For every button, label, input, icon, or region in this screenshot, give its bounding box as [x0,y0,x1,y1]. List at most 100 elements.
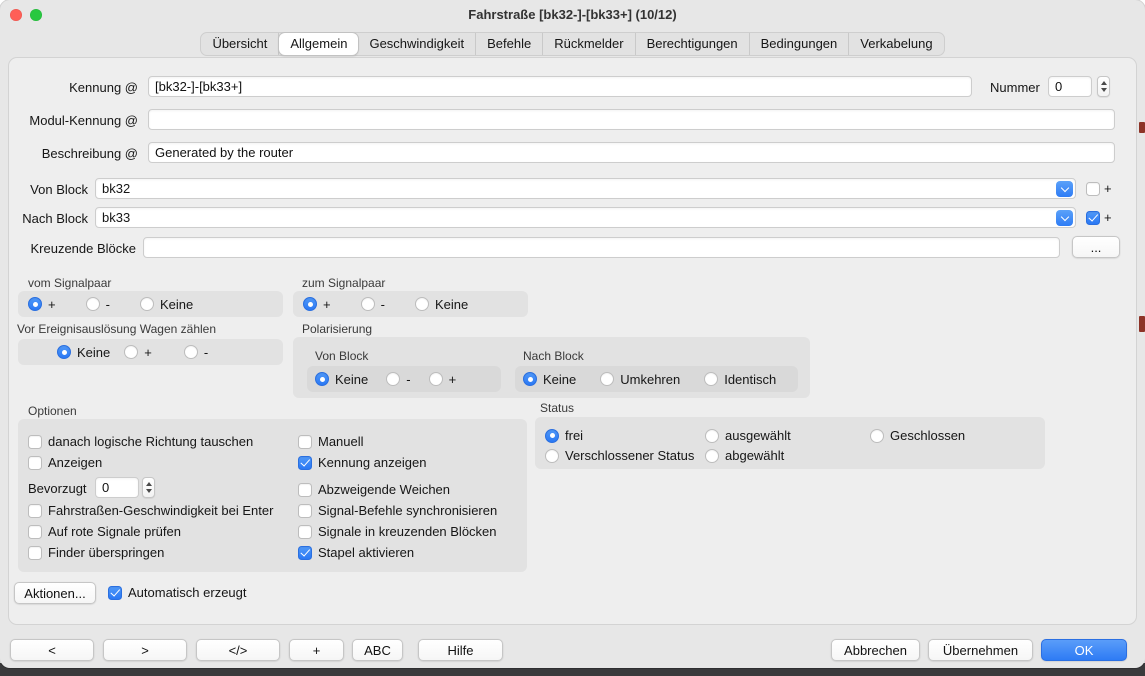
forward-button[interactable]: > [103,639,187,661]
titlebar[interactable]: Fahrstraße [bk32-]-[bk33+] (10/12) [0,0,1145,30]
radio-icon [86,297,100,311]
radio-wagen-plus[interactable]: + [124,345,152,360]
radio-status-abgewaehlt[interactable]: abgewählt [705,448,784,463]
radio-icon [184,345,198,359]
kennung-label: Kennung @ [0,80,138,95]
radio-icon [870,429,884,443]
radio-polarisierung-nach-keine[interactable]: Keine [523,372,576,387]
uebernehmen-button[interactable]: Übernehmen [928,639,1033,661]
radio-vom-signalpaar-keine[interactable]: Keine [140,297,193,312]
radio-zum-signalpaar-minus[interactable]: - [361,297,385,312]
add-button[interactable]: + [289,639,344,661]
kreuzende-bloecke-input[interactable] [143,237,1060,258]
radio-polarisierung-nach-umkehren[interactable]: Umkehren [600,372,680,387]
code-button[interactable]: </> [196,639,280,661]
radio-vom-signalpaar-minus[interactable]: - [86,297,110,312]
checkbox-icon [28,435,42,449]
radio-icon [124,345,138,359]
radio-wagen-minus[interactable]: - [184,345,208,360]
checkbox-icon [298,483,312,497]
dialog-window: Fahrstraße [bk32-]-[bk33+] (10/12) Übers… [0,0,1145,668]
stepper-down-icon [1101,88,1107,92]
radio-icon [57,345,71,359]
modul-kennung-input[interactable] [148,109,1115,130]
checkbox-finder-ueberspringen[interactable]: Finder überspringen [28,545,164,560]
edge-marker [1139,316,1145,332]
kreuzende-bloecke-more-button[interactable]: ... [1072,236,1120,258]
radio-vom-signalpaar-plus[interactable]: + [28,297,56,312]
checkbox-icon [28,456,42,470]
von-block-combo[interactable]: bk32 [95,178,1076,199]
aktionen-button[interactable]: Aktionen... [14,582,96,604]
optionen-title: Optionen [28,404,77,418]
checkbox-abzweigende-weichen[interactable]: Abzweigende Weichen [298,482,450,497]
edge-marker [1139,122,1145,133]
checkbox-danach-richtung-tauschen[interactable]: danach logische Richtung tauschen [28,434,253,449]
tab-bedingungen[interactable]: Bedingungen [750,33,850,55]
tab-allgemein[interactable]: Allgemein [279,33,358,55]
checkbox-stapel-aktivieren[interactable]: Stapel aktivieren [298,545,414,560]
tab-verkabelung[interactable]: Verkabelung [849,33,943,55]
tab-uebersicht[interactable]: Übersicht [201,33,279,55]
radio-polarisierung-von-keine[interactable]: Keine [315,372,368,387]
stepper-up-icon [1101,81,1107,85]
checkbox-icon [28,525,42,539]
checkbox-anzeigen[interactable]: Anzeigen [28,455,102,470]
radio-status-geschlossen[interactable]: Geschlossen [870,428,965,443]
radio-icon [545,449,559,463]
checkbox-signale-kreuzende-bloecke[interactable]: Signale in kreuzenden Blöcken [298,524,497,539]
checkbox-manuell[interactable]: Manuell [298,434,364,449]
checkbox-signal-befehle-synchronisieren[interactable]: Signal-Befehle synchronisieren [298,503,497,518]
radio-polarisierung-nach-identisch[interactable]: Identisch [704,372,776,387]
von-block-dropdown-button[interactable] [1056,181,1073,197]
radio-icon [315,372,329,386]
hilfe-button[interactable]: Hilfe [418,639,503,661]
checkbox-automatisch-erzeugt[interactable]: Automatisch erzeugt [108,585,247,600]
nach-block-combo[interactable]: bk33 [95,207,1076,228]
bevorzugt-input[interactable] [95,477,139,498]
nummer-stepper[interactable] [1097,76,1110,97]
radio-zum-signalpaar-keine[interactable]: Keine [415,297,468,312]
checkbox-icon [108,586,122,600]
radio-status-verschlossener[interactable]: Verschlossener Status [545,448,694,463]
tab-rueckmelder[interactable]: Rückmelder [543,33,635,55]
ok-button[interactable]: OK [1041,639,1127,661]
radio-polarisierung-von-plus[interactable]: + [429,372,457,387]
von-block-checkbox[interactable] [1086,182,1100,196]
radio-status-ausgewaehlt[interactable]: ausgewählt [705,428,791,443]
nach-block-dropdown-button[interactable] [1056,210,1073,226]
polarisierung-von-block-title: Von Block [315,349,368,363]
polarisierung-nach-block-group: Keine Umkehren Identisch [515,366,798,392]
nach-block-checkbox[interactable] [1086,211,1100,225]
radio-icon [28,297,42,311]
checkbox-fahrstrassen-geschwindigkeit[interactable]: Fahrstraßen-Geschwindigkeit bei Enter [28,503,273,518]
back-button[interactable]: < [10,639,94,661]
kennung-input[interactable] [148,76,972,97]
nummer-input[interactable] [1048,76,1092,97]
tab-geschwindigkeit[interactable]: Geschwindigkeit [358,33,476,55]
radio-icon [361,297,375,311]
checkbox-auf-rote-signale[interactable]: Auf rote Signale prüfen [28,524,181,539]
radio-zum-signalpaar-plus[interactable]: + [303,297,331,312]
von-block-value: bk32 [102,181,130,196]
abbrechen-button[interactable]: Abbrechen [831,639,920,661]
tab-berechtigungen[interactable]: Berechtigungen [636,33,750,55]
tab-befehle[interactable]: Befehle [476,33,543,55]
beschreibung-label: Beschreibung @ [0,146,138,161]
radio-wagen-keine[interactable]: Keine [57,345,110,360]
abc-button[interactable]: ABC [352,639,403,661]
beschreibung-input[interactable] [148,142,1115,163]
chevron-down-icon [1060,212,1068,220]
nach-block-plus-option[interactable]: + [1086,210,1112,225]
checkbox-icon [28,504,42,518]
bevorzugt-stepper[interactable] [142,477,155,498]
radio-status-frei[interactable]: frei [545,428,583,443]
modul-kennung-label: Modul-Kennung @ [0,113,138,128]
nach-block-plus-label: + [1104,210,1112,225]
nach-block-value: bk33 [102,210,130,225]
von-block-plus-option[interactable]: + [1086,181,1112,196]
radio-polarisierung-von-minus[interactable]: - [386,372,410,387]
checkbox-kennung-anzeigen[interactable]: Kennung anzeigen [298,455,426,470]
radio-icon [140,297,154,311]
radio-icon [705,429,719,443]
